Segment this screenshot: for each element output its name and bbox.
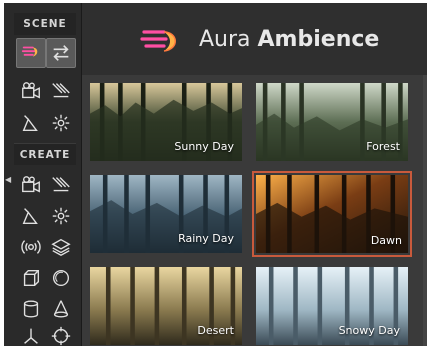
brand-title-light: Aura (199, 27, 251, 52)
cube-icon (23, 269, 40, 287)
swap-tool-button[interactable] (46, 38, 76, 68)
create-target-button[interactable] (46, 321, 76, 346)
create-layers-button[interactable] (46, 232, 76, 262)
point-light-tool-button[interactable] (46, 108, 76, 138)
preset-label: Snowy Day (338, 324, 400, 337)
preset-card-dawn[interactable]: Dawn (252, 171, 412, 257)
brand-title: Aura Ambience (199, 25, 379, 55)
camera-tool-button[interactable] (16, 76, 46, 106)
preset-card-snowy-day[interactable]: Snowy Day (252, 263, 412, 346)
create-directional-light-button[interactable] (46, 170, 76, 200)
spotlight-icon (22, 115, 38, 132)
collapse-arrow-icon[interactable]: ◀ (5, 175, 11, 185)
target-icon (51, 326, 71, 346)
preset-grid: Sunny Day Forest Rainy Day Dawn Desert S… (82, 75, 427, 346)
directional-light-tool-button[interactable] (46, 76, 76, 106)
preset-label: Dawn (370, 234, 402, 247)
scene-section-label: SCENE (14, 13, 76, 35)
header: Aura Ambience (82, 3, 427, 75)
preset-card-desert[interactable]: Desert (86, 263, 246, 346)
create-point-light-button[interactable] (46, 201, 76, 231)
preset-label: Desert (197, 324, 234, 337)
swap-arrows-icon (53, 45, 69, 61)
create-cone-button[interactable] (46, 294, 76, 324)
brand-title-bold: Ambience (257, 27, 380, 52)
point-light-icon (52, 114, 70, 132)
aura-logo-icon (21, 46, 38, 57)
directional-light-icon (52, 83, 70, 98)
camera-icon (22, 176, 40, 193)
app-window: SCENE CREATE ◀ Aura Ambience Sunny Day F… (4, 3, 427, 346)
create-axes-gizmo-button[interactable] (16, 321, 46, 346)
camera-icon (22, 82, 40, 99)
axes-gizmo-icon (24, 328, 38, 344)
create-sphere-button[interactable] (46, 263, 76, 293)
create-cylinder-button[interactable] (16, 294, 46, 324)
left-toolbar: SCENE CREATE ◀ (4, 3, 82, 346)
cone-icon (53, 300, 69, 318)
directional-light-icon (52, 177, 70, 192)
create-spotlight-button[interactable] (16, 201, 46, 231)
preset-card-rainy-day[interactable]: Rainy Day (86, 171, 246, 257)
preset-card-forest[interactable]: Forest (252, 79, 412, 165)
preset-label: Sunny Day (174, 140, 234, 153)
layers-icon (51, 238, 71, 257)
audio-source-icon (21, 240, 41, 254)
grid-scrollbar[interactable] (423, 75, 427, 346)
preset-label: Forest (366, 140, 400, 153)
spotlight-tool-button[interactable] (16, 108, 46, 138)
create-cube-button[interactable] (16, 263, 46, 293)
create-camera-button[interactable] (16, 170, 46, 200)
preset-label: Rainy Day (178, 232, 234, 245)
create-audio-source-button[interactable] (16, 232, 46, 262)
preset-card-sunny-day[interactable]: Sunny Day (86, 79, 246, 165)
create-section-label: CREATE (14, 143, 76, 165)
sphere-icon (52, 269, 70, 287)
point-light-icon (52, 207, 70, 225)
spotlight-icon (22, 208, 38, 225)
aura-logo-icon (140, 30, 176, 52)
cylinder-icon (23, 300, 39, 318)
aura-logo-tool-button[interactable] (16, 38, 46, 68)
